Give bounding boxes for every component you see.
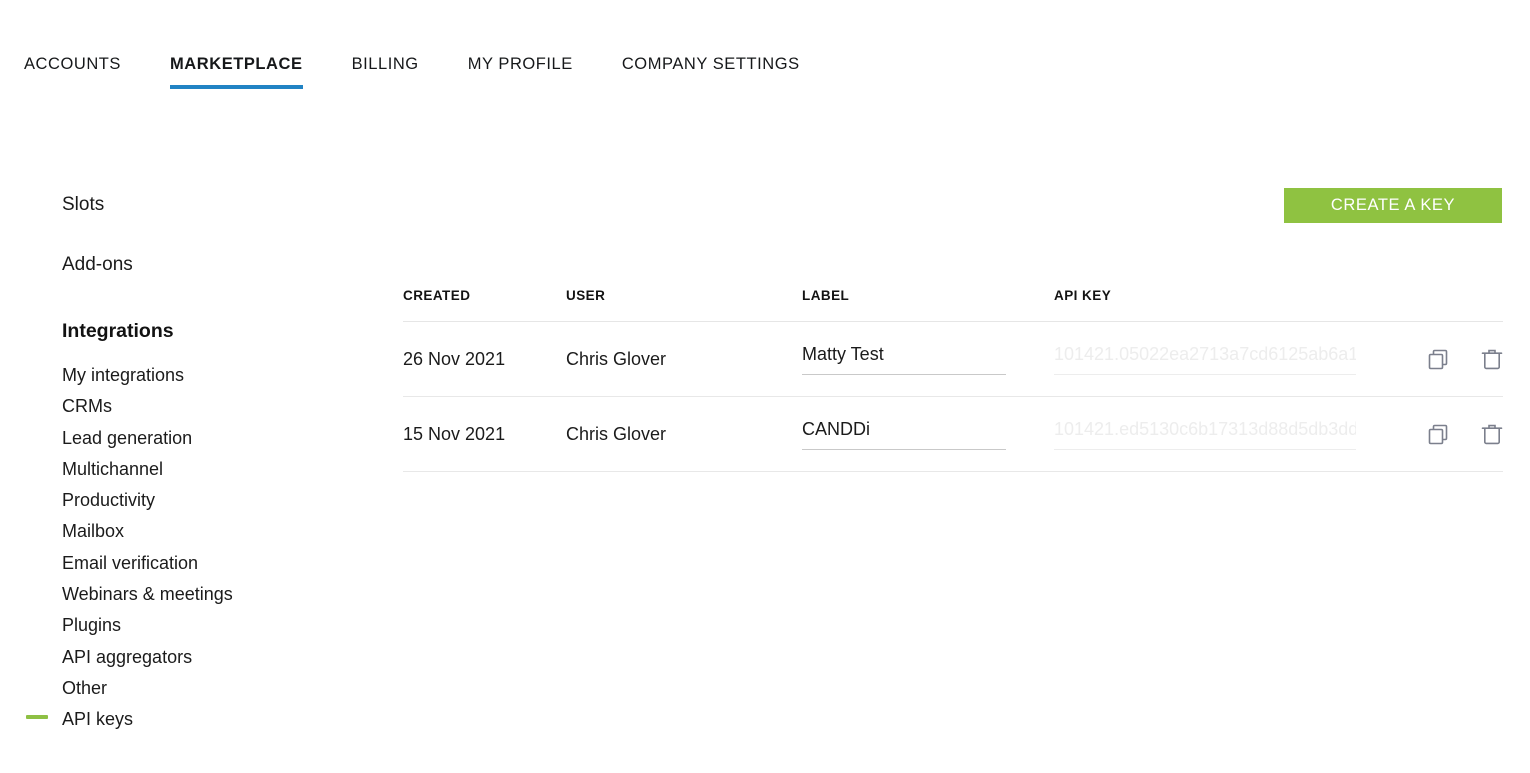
sidebar-item-label: Productivity [62,490,156,511]
sidebar: Slots Add-ons Integrations My integratio… [0,0,400,773]
sidebar-item-productivity[interactable]: Productivity [62,491,233,522]
table-header-row: CREATED USER LABEL API KEY [403,288,1503,322]
table-row: 15 Nov 2021 Chris Glover [403,396,1503,472]
sidebar-item-label: API keys [62,709,134,730]
sidebar-item-plugins[interactable]: Plugins [62,616,233,647]
sidebar-item-label: Multichannel [62,458,164,479]
column-header-api-key: API KEY [1054,288,1406,322]
sidebar-item-label: Webinars & meetings [62,584,233,605]
create-a-key-button[interactable]: CREATE A KEY [1284,188,1502,223]
sidebar-item-label: Plugins [62,615,122,636]
sidebar-section-heading-integrations: Integrations [62,320,174,342]
cell-actions [1406,396,1503,472]
cell-label [802,396,1054,472]
active-marker-icon [26,715,48,720]
sidebar-item-label: API aggregators [62,646,193,667]
sidebar-item-email-verification[interactable]: Email verification [62,554,233,585]
sidebar-item-my-integrations[interactable]: My integrations [62,366,233,397]
delete-key-button[interactable] [1479,421,1505,447]
cell-api-key [1054,321,1406,397]
column-header-user: USER [566,288,802,322]
sidebar-item-slots[interactable]: Slots [62,195,104,214]
column-header-label: LABEL [802,288,1054,322]
api-keys-table-body: 26 Nov 2021 Chris Glover Matty Test 1014… [403,321,1503,472]
sidebar-item-multichannel[interactable]: Multichannel [62,460,233,491]
cell-user: Chris Glover [566,396,802,472]
cell-label [802,321,1054,397]
sidebar-item-label: Email verification [62,552,199,573]
cell-actions [1406,321,1503,397]
sidebar-integrations-list: My integrations CRMs Lead generation Mul… [26,366,233,742]
sidebar-item-api-keys[interactable]: API keys [26,709,233,741]
copy-key-button[interactable] [1425,421,1451,447]
copy-icon [1425,421,1451,447]
api-key-field[interactable] [1054,343,1356,375]
sidebar-item-label: Mailbox [62,521,125,542]
sidebar-item-lead-generation[interactable]: Lead generation [62,429,233,460]
row-actions [1406,346,1503,372]
sidebar-item-label: Other [62,677,108,698]
delete-key-button[interactable] [1479,346,1505,372]
trash-icon [1479,346,1505,372]
sidebar-item-crms[interactable]: CRMs [62,397,233,428]
main-content: CREATE A KEY CREATED USER LABEL API KEY … [400,0,1530,773]
table-row: 26 Nov 2021 Chris Glover [403,321,1503,397]
cell-created: 15 Nov 2021 [403,396,566,472]
column-header-created: CREATED [403,288,566,322]
row-actions [1406,421,1503,447]
sidebar-item-label: Lead generation [62,427,193,448]
sidebar-item-label: CRMs [62,396,112,417]
column-header-actions [1406,288,1503,322]
key-label-input[interactable] [802,343,1006,375]
api-keys-table-header: CREATED USER LABEL API KEY [403,288,1503,322]
key-label-input[interactable] [802,418,1006,450]
trash-icon [1479,421,1505,447]
api-keys-table-container: CREATED USER LABEL API KEY 26 Nov 2021 C… [403,288,1503,472]
api-key-field[interactable] [1054,418,1356,450]
sidebar-item-mailbox[interactable]: Mailbox [62,522,233,553]
sidebar-item-label: My integrations [62,365,185,385]
copy-icon [1425,346,1451,372]
cell-api-key [1054,396,1406,472]
sidebar-item-other[interactable]: Other [62,679,233,710]
api-keys-table: CREATED USER LABEL API KEY 26 Nov 2021 C… [403,288,1503,472]
cell-user: Chris Glover [566,321,802,397]
sidebar-item-add-ons[interactable]: Add-ons [62,255,133,274]
copy-key-button[interactable] [1425,346,1451,372]
cell-created: 26 Nov 2021 [403,321,566,397]
sidebar-item-webinars-meetings[interactable]: Webinars & meetings [62,585,233,616]
sidebar-item-api-aggregators[interactable]: API aggregators [62,648,233,679]
